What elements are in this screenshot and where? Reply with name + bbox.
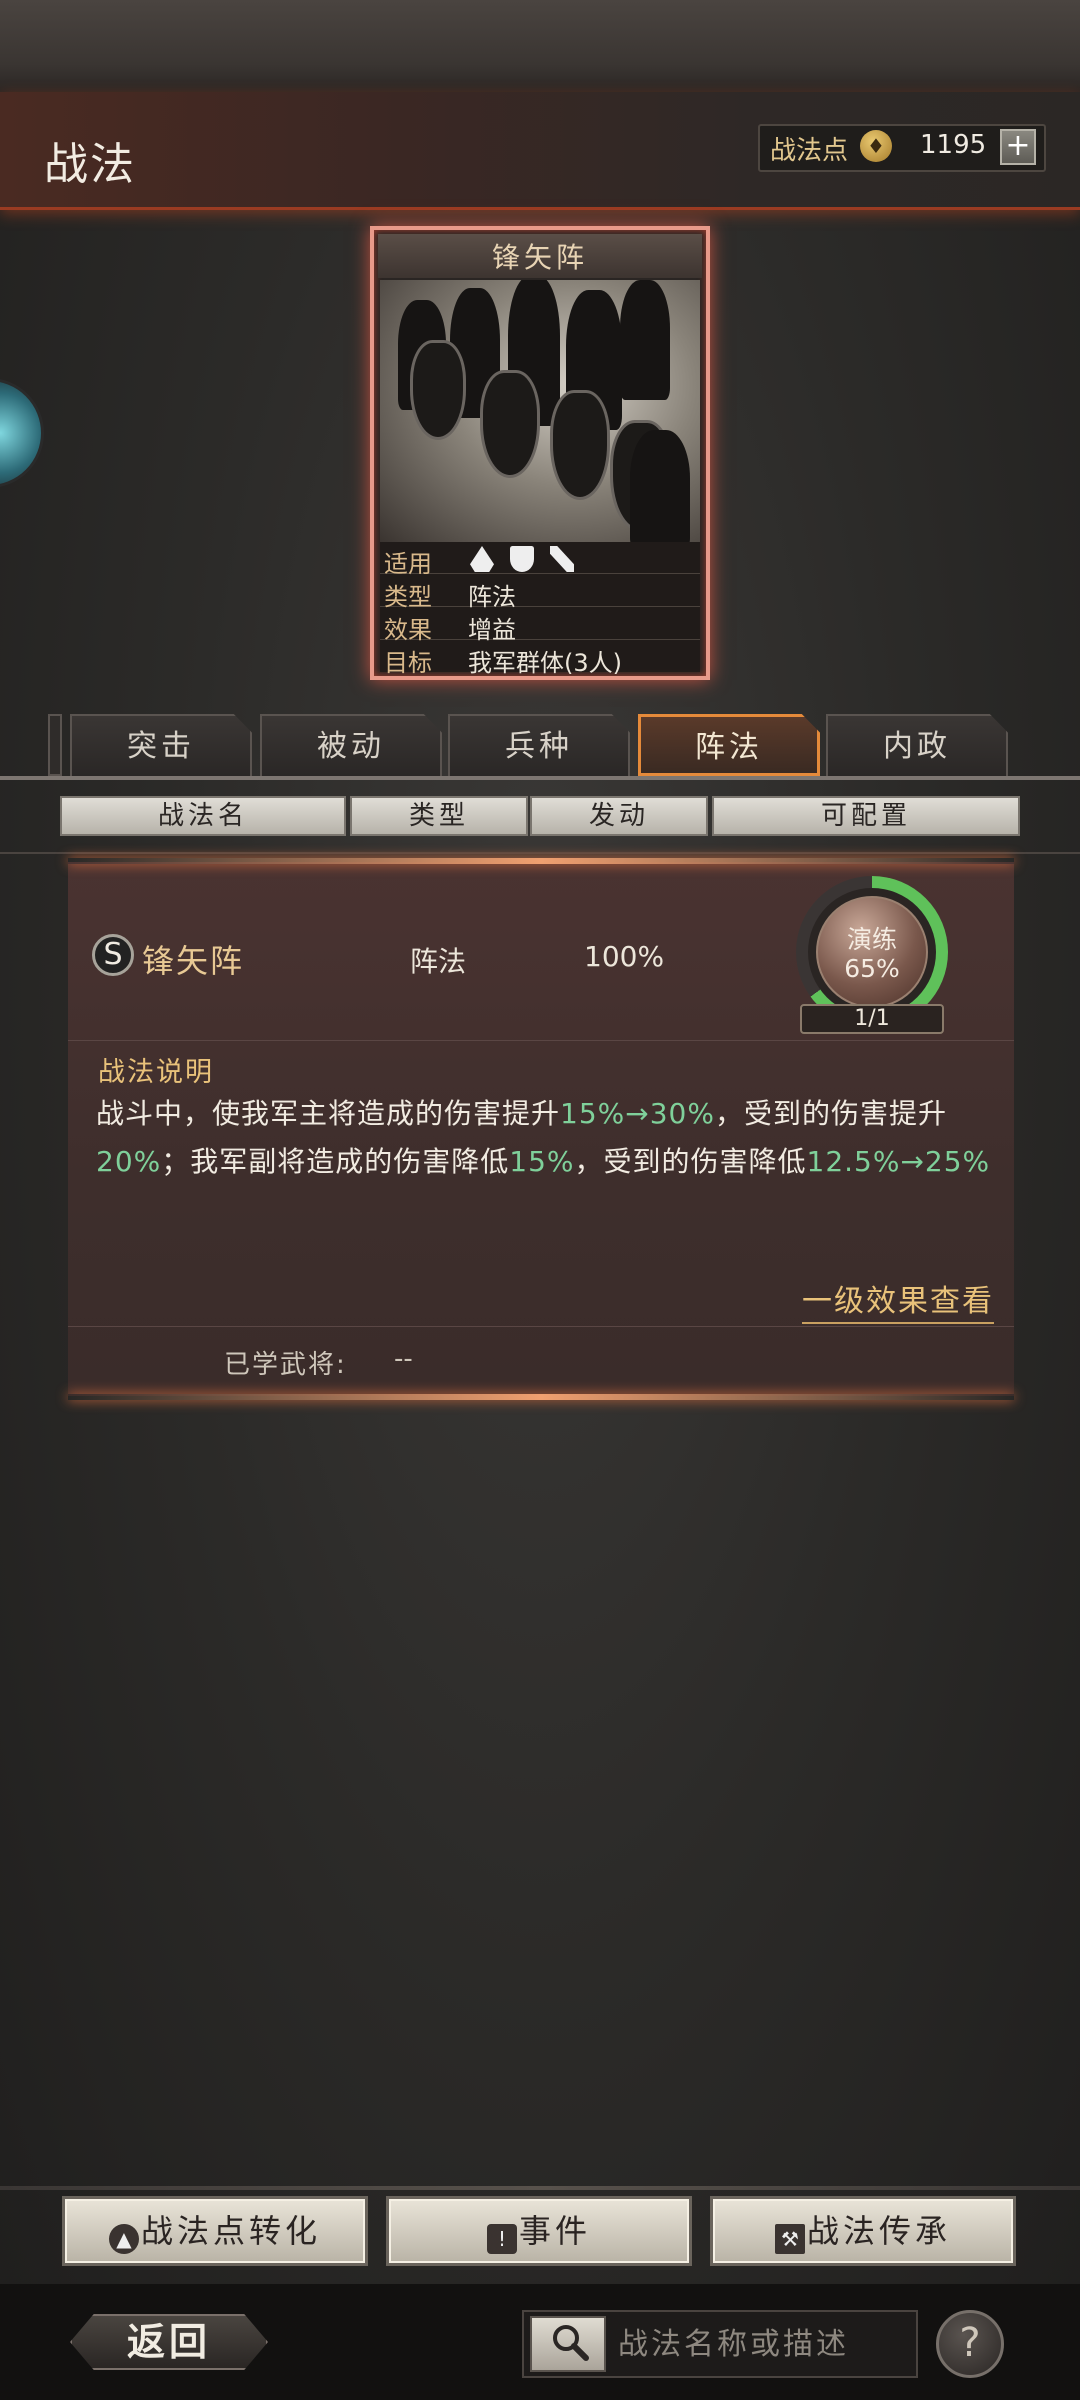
card-key-type: 类型 bbox=[384, 583, 432, 611]
back-button[interactable]: 返回 bbox=[70, 2314, 268, 2370]
top-decor-band bbox=[0, 0, 1080, 92]
card-value-effect: 增益 bbox=[468, 616, 516, 644]
panel-glow-bottom bbox=[68, 1394, 1014, 1400]
column-type[interactable]: 类型 bbox=[350, 796, 528, 836]
practice-count: 1/1 bbox=[854, 1006, 890, 1031]
skill-trigger-rate: 100% bbox=[584, 940, 665, 973]
side-avatar-button[interactable] bbox=[0, 378, 44, 488]
card-title: 锋矢阵 bbox=[491, 241, 588, 274]
skill-type: 阵法 bbox=[410, 945, 467, 978]
hammer-icon: ⚒ bbox=[774, 2224, 805, 2254]
desc-part: ，受到的伤害提升 bbox=[714, 1097, 947, 1130]
card-value-target: 我军群体(3人) bbox=[468, 649, 622, 677]
tab-troop-type[interactable]: 兵种 bbox=[448, 714, 630, 776]
search-icon bbox=[553, 2325, 589, 2361]
desc-highlight: 20% bbox=[96, 1145, 162, 1178]
card-key-target: 目标 bbox=[384, 649, 432, 677]
card-key-effect: 效果 bbox=[384, 616, 432, 644]
skill-description: 战斗中，使我军主将造成的伤害提升15%→30%，受到的伤害提升 20%；我军副将造… bbox=[96, 1090, 1006, 1186]
panel-divider bbox=[68, 1040, 1014, 1041]
column-skill-name[interactable]: 战法名 bbox=[60, 796, 346, 836]
help-button[interactable]: ? bbox=[936, 2310, 1004, 2378]
events-label: 事件 bbox=[518, 2212, 591, 2250]
column-trigger[interactable]: 发动 bbox=[530, 796, 708, 836]
bottom-divider bbox=[0, 2186, 1080, 2190]
skill-points-icon: ♦ bbox=[860, 130, 892, 162]
shield-icon bbox=[510, 546, 534, 572]
practice-percent: 65% bbox=[844, 954, 900, 983]
tab-strip-line bbox=[0, 776, 1080, 780]
tab-internal-affairs[interactable]: 内政 bbox=[826, 714, 1008, 776]
desc-highlight: 12.5%→25% bbox=[806, 1145, 991, 1178]
convert-points-button[interactable]: ▲ 战法点转化 bbox=[62, 2196, 368, 2266]
skill-name[interactable]: 锋矢阵 bbox=[142, 936, 244, 982]
card-key-applies: 适用 bbox=[384, 550, 432, 578]
skill-points-label: 战法点 bbox=[770, 136, 849, 166]
search-input[interactable] bbox=[618, 2318, 908, 2370]
skill-points-value: 1195 bbox=[920, 130, 987, 160]
desc-part: 战斗中，使我军主将造成的伤害提升 bbox=[96, 1097, 561, 1130]
panel-divider bbox=[68, 1326, 1014, 1327]
learned-generals-value: -- bbox=[394, 1344, 413, 1374]
flame-icon: ▲ bbox=[108, 2224, 139, 2254]
alert-icon: ! bbox=[486, 2224, 517, 2254]
card-artwork bbox=[380, 280, 700, 542]
desc-part: ；我军副将造成的伤害降低 bbox=[161, 1145, 510, 1178]
add-points-button[interactable]: + bbox=[1000, 129, 1036, 165]
desc-highlight: 15% bbox=[509, 1145, 575, 1178]
inherit-skill-label: 战法传承 bbox=[806, 2212, 951, 2250]
header-divider bbox=[0, 852, 1080, 854]
practice-label: 演练 bbox=[846, 925, 897, 954]
skill-grade-badge: S bbox=[92, 934, 134, 976]
tab-scroll-stub bbox=[48, 714, 62, 776]
page-title: 战法 bbox=[44, 139, 136, 190]
learned-generals-label: 已学武将: bbox=[224, 1350, 347, 1380]
level-one-effect-link[interactable]: 一级效果查看 bbox=[802, 1276, 994, 1324]
panel-glow-top bbox=[68, 858, 1014, 864]
tab-assault[interactable]: 突击 bbox=[70, 714, 252, 776]
description-title: 战法说明 bbox=[98, 1057, 214, 1088]
tab-formation[interactable]: 阵法 bbox=[638, 714, 820, 776]
tab-passive[interactable]: 被动 bbox=[260, 714, 442, 776]
convert-points-label: 战法点转化 bbox=[140, 2212, 321, 2250]
desc-highlight: 15%→30% bbox=[560, 1097, 715, 1130]
column-configurable[interactable]: 可配置 bbox=[712, 796, 1020, 836]
card-value-type: 阵法 bbox=[468, 583, 516, 611]
inherit-skill-button[interactable]: ⚒ 战法传承 bbox=[710, 2196, 1016, 2266]
desc-part: ，受到的伤害降低 bbox=[574, 1145, 807, 1178]
events-button[interactable]: ! 事件 bbox=[386, 2196, 692, 2266]
